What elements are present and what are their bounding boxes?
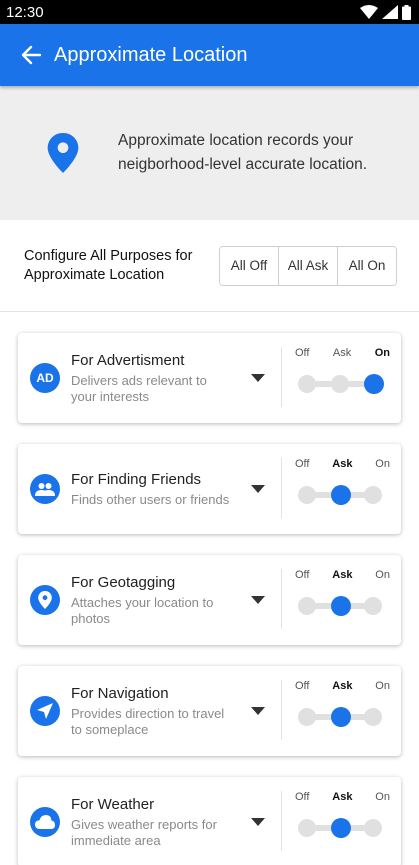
toggle-stop-off[interactable] <box>298 708 316 726</box>
navigation-arrow-icon <box>30 696 60 726</box>
toggle-label-ask: Ask <box>332 458 353 470</box>
toggle-stop-on[interactable] <box>364 374 384 394</box>
all-ask-button[interactable]: All Ask <box>279 246 338 285</box>
toggle-stop-ask[interactable] <box>331 485 351 505</box>
divider <box>281 680 282 740</box>
expand-triangle-icon[interactable] <box>249 480 267 498</box>
purpose-description: Finds other users or friends <box>71 491 230 507</box>
toggle-stop-ask[interactable] <box>331 707 351 727</box>
status-time: 12:30 <box>6 3 44 21</box>
toggle-stop-ask[interactable] <box>331 818 351 838</box>
page-title: Approximate Location <box>54 43 248 66</box>
toggle-label-ask: Ask <box>332 347 352 359</box>
expand-triangle-icon[interactable] <box>249 369 267 387</box>
purpose-title: For Finding Friends <box>71 470 202 488</box>
toggle-label-off: Off <box>295 569 310 581</box>
toggle-label-on: On <box>375 458 390 470</box>
cloud-icon <box>30 807 60 837</box>
arrow-back-icon <box>21 45 41 65</box>
toggle-stop-on[interactable] <box>364 486 382 504</box>
purpose-description: Gives weather reports for immediate area <box>71 816 217 848</box>
toggle-label-on: On <box>375 680 390 692</box>
toggle-stop-off[interactable] <box>298 486 316 504</box>
toggle-label-ask: Ask <box>332 791 353 803</box>
toggle-stop-on[interactable] <box>364 819 382 837</box>
toggle-label-ask: Ask <box>332 680 353 692</box>
divider <box>281 458 282 518</box>
toggle-stop-ask[interactable] <box>331 596 351 616</box>
toggle-label-off: Off <box>295 347 310 359</box>
status-bar: 12:30 <box>0 0 419 24</box>
ad-icon: AD <box>30 363 60 393</box>
permission-toggle: Off Ask On <box>286 569 394 629</box>
purpose-description: Delivers ads relevant to your interests <box>71 372 207 404</box>
info-panel: Approximate location records your neigbo… <box>0 86 419 220</box>
purpose-card-navigation: For Navigation Provides direction to tra… <box>18 666 401 756</box>
toggle-label-on: On <box>375 791 390 803</box>
purpose-title: For Navigation <box>71 684 169 702</box>
purpose-card-geotagging: For Geotagging Attaches your location to… <box>18 555 401 645</box>
toggle-label-on: On <box>374 347 390 359</box>
toggle-label-ask: Ask <box>332 569 353 581</box>
location-pin-icon <box>47 133 79 173</box>
status-icons <box>360 4 411 20</box>
all-on-button[interactable]: All On <box>338 246 396 285</box>
app-bar: Approximate Location <box>0 24 419 86</box>
toggle-stop-on[interactable] <box>364 708 382 726</box>
purpose-description: Provides direction to travel to someplac… <box>71 705 225 737</box>
permission-toggle: Off Ask On <box>286 680 394 740</box>
toggle-label-off: Off <box>295 458 310 470</box>
configure-all-segmented-control: All Off All Ask All On <box>219 245 397 286</box>
location-pin-icon <box>30 585 60 615</box>
purpose-card-weather: For Weather Gives weather reports for im… <box>18 777 401 865</box>
purpose-list: AD For Advertisment Delivers ads relevan… <box>0 333 419 865</box>
configure-all-label: Configure All Purposes for Approximate L… <box>24 247 193 283</box>
battery-icon <box>402 4 411 20</box>
toggle-label-off: Off <box>295 791 310 803</box>
info-text: Approximate location records your neigbo… <box>118 132 368 173</box>
toggle-label-on: On <box>375 569 390 581</box>
purpose-title: For Geotagging <box>71 573 176 591</box>
permission-toggle: Off Ask On <box>286 791 394 851</box>
configure-all-row: Configure All Purposes for Approximate L… <box>0 220 419 312</box>
wifi-icon <box>360 5 378 19</box>
signal-icon <box>382 5 398 19</box>
toggle-stop-ask[interactable] <box>331 375 349 393</box>
divider <box>281 347 282 407</box>
toggle-stop-off[interactable] <box>298 375 316 393</box>
divider <box>281 569 282 629</box>
toggle-label-off: Off <box>295 680 310 692</box>
people-icon <box>30 474 60 504</box>
expand-triangle-icon[interactable] <box>249 813 267 831</box>
purpose-title: For Weather <box>71 795 155 813</box>
permission-toggle: Off Ask On <box>286 347 394 407</box>
expand-triangle-icon[interactable] <box>249 591 267 609</box>
toggle-stop-off[interactable] <box>298 819 316 837</box>
purpose-description: Attaches your location to photos <box>71 594 214 626</box>
back-button[interactable] <box>18 42 44 68</box>
toggle-stop-on[interactable] <box>364 597 382 615</box>
toggle-stop-off[interactable] <box>298 597 316 615</box>
all-off-button[interactable]: All Off <box>220 246 279 285</box>
purpose-card-finding-friends: For Finding Friends Finds other users or… <box>18 444 401 534</box>
expand-triangle-icon[interactable] <box>249 702 267 720</box>
divider <box>281 791 282 851</box>
purpose-title: For Advertisment <box>71 351 185 369</box>
permission-toggle: Off Ask On <box>286 458 394 518</box>
purpose-card-advertisment: AD For Advertisment Delivers ads relevan… <box>18 333 401 423</box>
